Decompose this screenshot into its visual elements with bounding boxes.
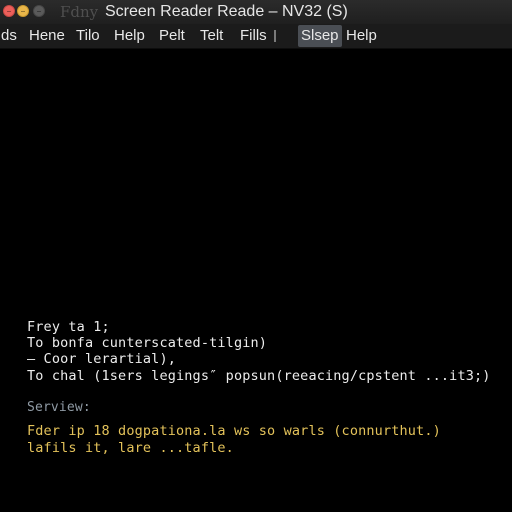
- output-line: Frey ta 1;: [27, 319, 110, 335]
- menu-item-slsep[interactable]: Slsep: [298, 25, 342, 47]
- notice-line: lafils it, lare ...tafle.: [27, 440, 234, 456]
- zoom-window-button[interactable]: [33, 5, 45, 17]
- output-line: To chal (1sers legings″ popsun(reeacing/…: [27, 368, 491, 384]
- menu-item-fills[interactable]: Fills: [237, 24, 270, 48]
- screen-reader-window: Fdny Screen Reader Reade – NV32 (S) ds H…: [0, 0, 512, 512]
- menu-item-hene[interactable]: Hene: [26, 24, 68, 48]
- close-window-button[interactable]: [3, 5, 15, 17]
- output-line: To bonfa cunterscated-tilgin): [27, 335, 268, 351]
- minimize-window-button[interactable]: [17, 5, 29, 17]
- notice-line: Fder ip 18 dogpationa.la ws so warls (co…: [27, 423, 441, 439]
- menu-item-telt[interactable]: Telt: [197, 24, 226, 48]
- output-line: – Coor lerartial),: [27, 351, 176, 367]
- menu-bar: ds Hene Tilo Help Pelt Telt Fills Slsep …: [0, 24, 512, 49]
- menu-item-help-2[interactable]: Help: [343, 24, 380, 48]
- window-title-ghost: Fdny: [60, 3, 99, 21]
- menu-item-ds[interactable]: ds: [0, 24, 20, 48]
- menu-separator: [274, 30, 276, 42]
- window-title: Screen Reader Reade – NV32 (S): [105, 3, 348, 20]
- section-label: Serview:: [27, 400, 91, 415]
- menu-item-help[interactable]: Help: [111, 24, 148, 48]
- menu-item-tilo[interactable]: Tilo: [73, 24, 103, 48]
- menu-item-pelt[interactable]: Pelt: [156, 24, 188, 48]
- terminal-output[interactable]: Frey ta 1; To bonfa cunterscated-tilgin)…: [0, 49, 512, 512]
- title-bar: Fdny Screen Reader Reade – NV32 (S): [0, 0, 512, 25]
